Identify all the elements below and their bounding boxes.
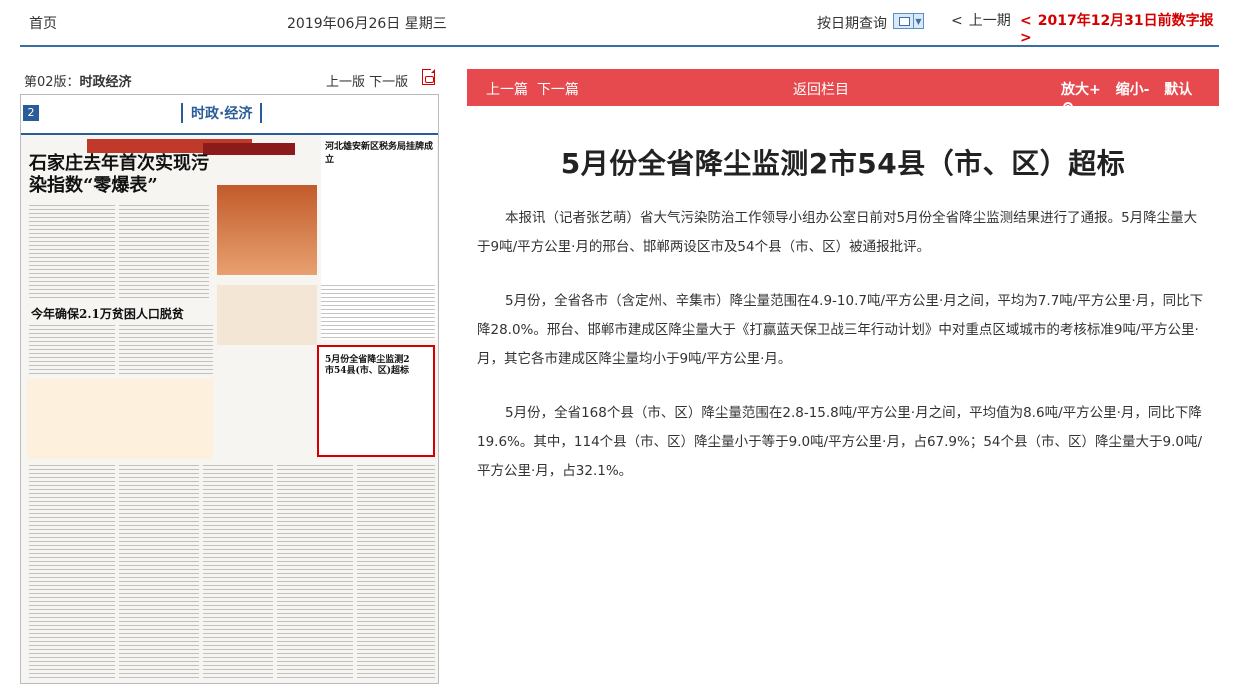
right-column-headline: 河北雄安新区税务局挂牌成立 xyxy=(325,142,434,165)
archive-issue-link[interactable]: <2017年12月31日前数字报 > xyxy=(1014,10,1219,46)
article-content: 5月份全省降尘监测2市54县（市、区）超标 本报讯（记者张艺萌）省大气污染防治工… xyxy=(467,106,1219,692)
article-toolbar: 上一篇 下一篇 返回栏目 放大+ 缩小- 默认 xyxy=(467,69,1219,112)
page-number: 2 xyxy=(23,105,39,121)
article-paragraph: 本报讯（记者张艺萌）省大气污染防治工作领导小组办公室日前对5月份全省降尘监测结果… xyxy=(477,210,1198,255)
prev-issue-label: 上一期 xyxy=(968,13,1011,29)
calendar-icon xyxy=(894,14,914,28)
chevron-down-icon: ▼ xyxy=(915,16,922,26)
page-masthead: 2 时政·经济 xyxy=(21,95,438,135)
text-block xyxy=(119,465,199,680)
pdf-download-icon[interactable] xyxy=(422,69,435,85)
calendar-picker-button[interactable]: ▼ xyxy=(893,13,924,29)
text-block xyxy=(203,465,273,680)
article-paragraph: 5月份，全省各市（含定州、辛集市）降尘量范围在4.9-10.7吨/平方公里·月之… xyxy=(477,293,1204,367)
version-name: 时政经济 xyxy=(79,75,132,90)
text-block xyxy=(29,465,115,680)
prev-article-link[interactable]: 上一篇 xyxy=(486,82,528,98)
text-block xyxy=(119,205,209,300)
zoom-in-button[interactable]: 放大+ xyxy=(1061,82,1101,98)
text-block xyxy=(357,465,435,680)
text-block xyxy=(29,205,115,300)
zoom-out-button[interactable]: 缩小- xyxy=(1116,82,1150,98)
archive-issue-label: 2017年12月31日前数字报 xyxy=(1037,13,1214,29)
text-block xyxy=(119,325,213,375)
prev-issue-link[interactable]: < 上一期 xyxy=(945,10,1011,30)
text-block xyxy=(29,325,115,375)
page-version-bar: 第02版：时政经济 上一版 下一版 xyxy=(20,68,439,90)
section-title: 时政·经济 xyxy=(181,103,263,123)
page-nav: 上一版 下一版 xyxy=(326,71,408,90)
article-paragraph: 5月份，全省168个县（市、区）降尘量范围在2.8-15.8吨/平方公里·月之间… xyxy=(477,405,1203,479)
selected-article-highlight[interactable]: 5月份全省降尘监测2市54县(市、区)超标 xyxy=(317,345,435,457)
next-article-link[interactable]: 下一篇 xyxy=(537,82,579,98)
highlight-article-title: 5月份全省降尘监测2市54县(市、区)超标 xyxy=(325,355,410,376)
version-label: 第02版：时政经济 xyxy=(24,71,132,90)
default-size-label: 默认 xyxy=(1164,82,1193,98)
chevron-left-icon: < xyxy=(951,13,963,29)
city-photo xyxy=(217,185,317,275)
home-link[interactable]: 首页 xyxy=(29,13,57,33)
article-title: 5月份全省降尘监测2市54县（市、区）超标 xyxy=(560,147,1126,180)
issue-date: 2019年06月26日 星期三 xyxy=(287,16,447,32)
chevron-left-icon: < xyxy=(1020,13,1032,29)
newspaper-headline[interactable]: 石家庄去年首次实现污染指数“零爆表” xyxy=(29,153,214,197)
prev-page-link[interactable]: 上一版 xyxy=(326,75,365,90)
next-page-link[interactable]: 下一版 xyxy=(369,75,408,90)
article-nav: 上一篇 下一篇 xyxy=(486,79,579,99)
newspaper-subhead[interactable]: 今年确保2.1万贫困人口脱贫 xyxy=(31,305,211,321)
infographic-icons xyxy=(27,379,213,459)
chevron-right-icon: > xyxy=(1020,30,1032,46)
text-block xyxy=(321,285,435,340)
back-to-section-link[interactable]: 返回栏目 xyxy=(793,79,849,99)
infographic-bars xyxy=(217,285,317,345)
version-number: 第02版： xyxy=(24,75,80,90)
newspaper-page-thumbnail[interactable]: 2 时政·经济 石家庄去年首次实现污染指数“零爆表” 今年确保2.1万贫困人口脱… xyxy=(20,94,439,684)
date-query-label: 按日期查询 xyxy=(817,16,887,32)
dark-banner xyxy=(203,143,295,155)
text-block xyxy=(277,465,353,680)
top-navigation-bar: 首页 2019年06月26日 星期三 按日期查询 ▼ < 上一期 <2017年12… xyxy=(20,0,1219,47)
